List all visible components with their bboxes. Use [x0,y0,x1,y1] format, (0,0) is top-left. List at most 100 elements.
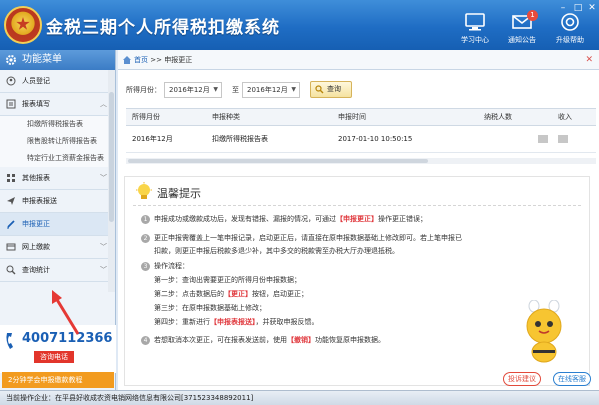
sidebar-item-label: 网上缴款 [22,243,50,251]
breadcrumb: 首页 >> 申报更正 ✕ [118,50,599,70]
sidebar-subitem-restricted-stock-report[interactable]: 限售股转让所得报告表 [0,133,115,150]
sidebar-item-report-fill[interactable]: 报表填写 ︿ [0,93,115,116]
caret-down-icon: ▼ [291,86,296,93]
tip-text: 操作流程： [154,262,189,270]
query-button-label: 查询 [327,85,341,93]
sidebar-item-other-reports[interactable]: 其他报表 ﹀ [0,167,115,190]
notice-badge: 1 [527,10,538,21]
tip-text: 第四步：重新进行 [154,318,210,326]
online-service-button[interactable]: 在线客服 [553,372,591,386]
month-to-value: 2016年12月 [247,86,288,94]
tip-text: ，并获取申报反馈。 [255,318,319,326]
tip-item: 1 申报成功或缴款成功后，发现有错报、漏报的情况，可通过【申报更正】操作更正错误； [141,214,427,224]
cell-income [552,125,596,153]
grid-icon [7,174,15,182]
edit-icon [7,220,15,229]
sidebar-subitem-withholding-report[interactable]: 扣缴所得税报告表 [0,116,115,133]
close-tab-icon[interactable]: ✕ [585,50,593,70]
redacted-value [558,135,568,143]
chevron-down-icon: ﹀ [100,243,107,251]
month-label: 所得月份： [126,86,161,94]
sidebar-subitem-special-industry-report[interactable]: 特定行业工资薪金报告表 [0,150,115,167]
caret-down-icon: ▼ [213,86,218,93]
tip-item: 3 操作流程： [141,261,189,271]
notice-label: 通知公告 [508,36,536,44]
breadcrumb-home-link[interactable]: 首页 [134,56,148,64]
minimize-button[interactable]: – [556,2,570,14]
query-button[interactable]: 查询 [310,81,352,98]
upgrade-help-button[interactable]: 升级帮助 [546,12,594,48]
column-header: 收入 [552,108,596,126]
sidebar-item-correction[interactable]: 申报更正 [0,213,115,236]
pay-icon [6,243,16,251]
sidebar-scroll-thumb[interactable] [109,92,114,222]
sidebar-item-query-stats[interactable]: 查询统计 ﹀ [0,259,115,282]
tutorial-banner[interactable]: 2分钟学会申报缴款教程 [2,372,114,388]
cell-type: 扣缴所得税报告表 [206,125,332,153]
learning-center-label: 学习中心 [461,36,489,44]
tax-emblem-logo [4,6,42,44]
hotline-label: 咨询电话 [34,351,74,363]
month-from-value: 2016年12月 [169,86,210,94]
sidebar-item-label: 其他报表 [22,174,50,182]
step-3: 第三步：在原申报数据基础上修改； [154,304,266,312]
tip-highlight: 【更正】 [224,290,252,298]
tip-item: 2 更正申报需覆盖上一笔申报记录，启动更正后，请直接在原申报数据基础上修改即可。若… [141,233,462,243]
sidebar-header: 功能菜单 [0,50,115,70]
breadcrumb-separator: >> [150,56,162,64]
table-scroll-thumb[interactable] [128,159,428,163]
cell-time: 2017-01-10 10:50:15 [332,125,478,153]
tip-text: 第二步：点击数据后的 [154,290,224,298]
home-icon [123,56,131,64]
upgrade-help-label: 升级帮助 [556,36,584,44]
close-window-button[interactable]: ✕ [585,2,599,14]
lightbulb-icon [136,182,152,199]
tip-text: 操作更正错误； [378,215,427,223]
gear-icon [6,55,16,65]
tip-text: 按钮，启动更正； [252,290,308,298]
table-horizontal-scrollbar[interactable] [126,158,596,164]
complaint-suggest-button[interactable]: 投诉建议 [503,372,541,386]
tip-text: 若想取消本次更正，可在报表发送前，使用 [154,336,287,344]
maximize-button[interactable]: □ [571,2,585,14]
step-4: 第四步：重新进行【申报表报送】，并获取申报反馈。 [154,317,319,327]
red-arrow-annotation [52,290,80,335]
app-title: 金税三期个人所得税扣缴系统 [46,18,280,38]
column-header: 申报种类 [206,108,332,126]
declaration-table: 所得月份 申报种类 申报时间 纳税人数 收入 2016年12月 扣缴所得税报告表… [126,108,596,153]
help-icon [561,13,579,31]
column-header: 申报时间 [332,108,478,126]
sidebar-item-person-register[interactable]: 人员登记 [0,70,115,93]
form-icon [6,99,16,109]
bee-mascot-icon[interactable] [520,300,568,366]
chevron-up-icon: ︿ [100,100,107,108]
tip-highlight: 【撤销】 [287,336,315,344]
sidebar-item-label: 人员登记 [22,77,50,85]
month-from-select[interactable]: 2016年12月 ▼ [164,82,222,98]
sidebar-item-label: 查询统计 [22,266,50,274]
current-enterprise-text: 当前操作企业：在平县好收成农资电销网络信息有限公司[37152334889201… [6,394,254,402]
status-bar: 当前操作企业：在平县好收成农资电销网络信息有限公司[37152334889201… [0,390,599,405]
sidebar-title: 功能菜单 [22,54,62,65]
sidebar-item-online-payment[interactable]: 网上缴款 ﹀ [0,236,115,259]
step-2: 第二步：点击数据后的【更正】按钮，启动更正； [154,289,308,299]
cell-month: 2016年12月 [126,125,206,153]
learning-center-button[interactable]: 学习中心 [451,12,499,48]
chevron-down-icon: ﹀ [100,174,107,182]
sidebar-item-report-submit[interactable]: 申报表报送 [0,190,115,213]
tip-highlight: 【申报表报送】 [210,318,256,326]
sidebar-item-label: 申报更正 [22,220,50,228]
sidebar-scrollbar[interactable] [108,70,115,292]
sidebar-item-label: 申报表报送 [22,197,57,205]
person-icon [6,76,16,86]
to-label: 至 [232,86,239,94]
chevron-down-icon: ﹀ [100,266,107,274]
step-1: 第一步：查询出需要更正的所得月份申报数据； [154,276,301,284]
table-row[interactable]: 2016年12月 扣缴所得税报告表 2017-01-10 10:50:15 [126,125,596,153]
send-icon [7,197,15,205]
notice-button[interactable]: 1 通知公告 [498,10,546,48]
tip-text: 功能恢复原申报数据。 [315,336,385,344]
search-icon [6,265,16,275]
month-to-select[interactable]: 2016年12月 ▼ [242,82,300,98]
phone-icon [6,333,13,349]
